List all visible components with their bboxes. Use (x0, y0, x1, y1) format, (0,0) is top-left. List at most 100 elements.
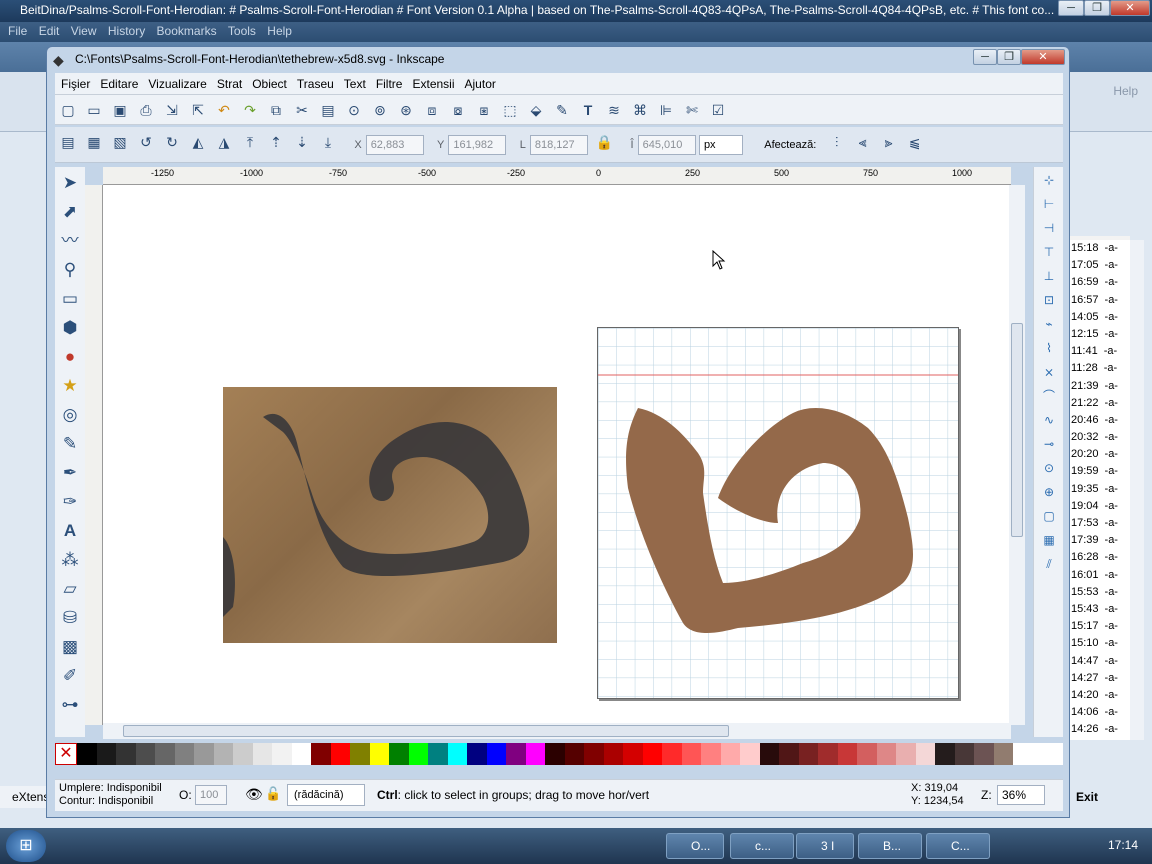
palette-swatch[interactable] (233, 743, 253, 765)
palette-swatch[interactable] (818, 743, 838, 765)
manuscript-scan-image[interactable] (223, 387, 557, 643)
commit-row[interactable]: 20:46 -a- (1069, 412, 1130, 429)
commit-row[interactable]: 14:26 -a- (1069, 721, 1130, 738)
menu-strat[interactable]: Strat (217, 73, 242, 95)
palette-swatch[interactable] (720, 743, 740, 765)
zoom-tool-icon[interactable]: ⚲ (57, 257, 83, 283)
menu-tools[interactable]: Tools (228, 22, 256, 40)
snap-guide-icon[interactable]: ⫽ (1037, 553, 1061, 575)
move-patterns-icon[interactable]: ⫹ (906, 133, 924, 151)
raise-icon[interactable]: ⇡ (267, 133, 285, 151)
layer-select[interactable]: (rădăcină) (287, 784, 365, 806)
commit-row[interactable]: 19:35 -a- (1069, 481, 1130, 498)
rotate-ccw-icon[interactable]: ↺ (137, 133, 155, 151)
star-tool-icon[interactable]: ★ (57, 373, 83, 399)
menu-extensii[interactable]: Extensii (412, 73, 454, 95)
snap-cusp-icon[interactable]: ⌒ (1037, 385, 1061, 407)
height-input[interactable]: 645,010 (637, 135, 696, 155)
canvas-horizontal-scrollbar[interactable] (103, 723, 1011, 739)
document-page[interactable] (597, 327, 959, 699)
snap-toggle-icon[interactable]: ⊹ (1037, 169, 1061, 191)
help-link[interactable]: Help (1070, 80, 1144, 102)
x-input[interactable]: 62,883 (365, 135, 424, 155)
flip-horizontal-icon[interactable]: ◭ (189, 133, 207, 151)
menu-view[interactable]: View (71, 22, 97, 40)
palette-swatch[interactable] (96, 743, 116, 765)
commit-row[interactable]: 14:47 -a- (1069, 653, 1130, 670)
xml-editor-icon[interactable]: ⌘ (631, 101, 649, 119)
palette-swatch[interactable] (350, 743, 370, 765)
pencil-tool-icon[interactable]: ✎ (57, 431, 83, 457)
commit-row[interactable]: 14:27 -a- (1069, 670, 1130, 687)
pen-tool-icon[interactable]: ✒ (57, 460, 83, 486)
node-tool-icon[interactable]: ⬈ (57, 199, 83, 225)
align-icon[interactable]: ⊫ (657, 101, 675, 119)
snap-bbox-midpoint-icon[interactable]: ⊥ (1037, 265, 1061, 287)
commit-row[interactable]: 19:59 -a- (1069, 463, 1130, 480)
palette-swatch[interactable] (194, 743, 214, 765)
spray-tool-icon[interactable]: ⁂ (57, 547, 83, 573)
palette-swatch[interactable] (389, 743, 409, 765)
commit-row[interactable]: 15:10 -a- (1069, 635, 1130, 652)
opacity-input[interactable]: 100 (195, 785, 227, 805)
close-button[interactable]: ✕ (1110, 0, 1150, 16)
palette-swatch[interactable] (135, 743, 155, 765)
palette-swatch[interactable] (779, 743, 799, 765)
inkscape-close-button[interactable]: ✕ (1021, 49, 1065, 65)
commit-row[interactable]: 16:59 -a- (1069, 274, 1130, 291)
palette-swatch[interactable] (155, 743, 175, 765)
inkscape-maximize-button[interactable]: ❐ (997, 49, 1021, 65)
palette-swatch[interactable] (915, 743, 935, 765)
palette-swatch[interactable] (876, 743, 896, 765)
minimize-button[interactable]: ─ (1058, 0, 1084, 16)
palette-swatch[interactable] (662, 743, 682, 765)
commit-row[interactable]: 17:53 -a- (1069, 515, 1130, 532)
gradient-tool-icon[interactable]: ▩ (57, 634, 83, 660)
rectangle-tool-icon[interactable]: ▭ (57, 286, 83, 312)
paint-bucket-tool-icon[interactable]: ⛁ (57, 605, 83, 631)
palette-swatch[interactable] (467, 743, 487, 765)
commit-row[interactable]: 15:17 -a- (1069, 618, 1130, 635)
new-document-icon[interactable]: ▢ (59, 101, 77, 119)
undo-icon[interactable]: ↶ (215, 101, 233, 119)
palette-swatch[interactable] (642, 743, 662, 765)
snap-grid-icon[interactable]: ▦ (1037, 529, 1061, 551)
palette-swatch[interactable] (759, 743, 779, 765)
zoom-selection-icon[interactable]: ⊙ (345, 101, 363, 119)
palette-swatch[interactable] (935, 743, 955, 765)
palette-swatch[interactable] (837, 743, 857, 765)
snap-path-icon[interactable]: ⌇ (1037, 337, 1061, 359)
zoom-drawing-icon[interactable]: ⊚ (371, 101, 389, 119)
cut-icon[interactable]: ✂ (293, 101, 311, 119)
snap-page-icon[interactable]: ▢ (1037, 505, 1061, 527)
palette-swatch[interactable] (506, 743, 526, 765)
commit-row[interactable]: 16:28 -a- (1069, 549, 1130, 566)
selector-tool-icon[interactable]: ➤ (57, 170, 83, 196)
palette-swatch[interactable] (77, 743, 97, 765)
menu-file[interactable]: File (8, 22, 27, 40)
commit-row[interactable]: 17:39 -a- (1069, 532, 1130, 549)
palette-swatch[interactable] (681, 743, 701, 765)
raise-top-icon[interactable]: ⤒ (241, 133, 259, 151)
snap-smooth-icon[interactable]: ∿ (1037, 409, 1061, 431)
palette-swatch[interactable] (584, 743, 604, 765)
start-button[interactable]: ⊞ (6, 830, 46, 862)
calligraphy-tool-icon[interactable]: ✑ (57, 489, 83, 515)
palette-swatch[interactable] (252, 743, 272, 765)
width-input[interactable]: 818,127 (529, 135, 588, 155)
commit-row[interactable]: 21:22 -a- (1069, 395, 1130, 412)
commit-row[interactable]: 19:04 -a- (1069, 498, 1130, 515)
palette-swatch[interactable] (486, 743, 506, 765)
menu-history[interactable]: History (108, 22, 145, 40)
menu-edit[interactable]: Edit (39, 22, 60, 40)
select-all-icon[interactable]: ▤ (59, 133, 77, 151)
task-button-3[interactable]: 3 I (796, 833, 854, 859)
text-font-icon[interactable]: T (579, 101, 597, 119)
flip-vertical-icon[interactable]: ◮ (215, 133, 233, 151)
snap-bbox-corner-icon[interactable]: ⊤ (1037, 241, 1061, 263)
lower-icon[interactable]: ⇣ (293, 133, 311, 151)
menu-ajutor[interactable]: Ajutor (465, 73, 496, 95)
palette-swatch[interactable] (623, 743, 643, 765)
task-button-1[interactable]: O... (666, 833, 724, 859)
menu-traseu[interactable]: Traseu (297, 73, 334, 95)
